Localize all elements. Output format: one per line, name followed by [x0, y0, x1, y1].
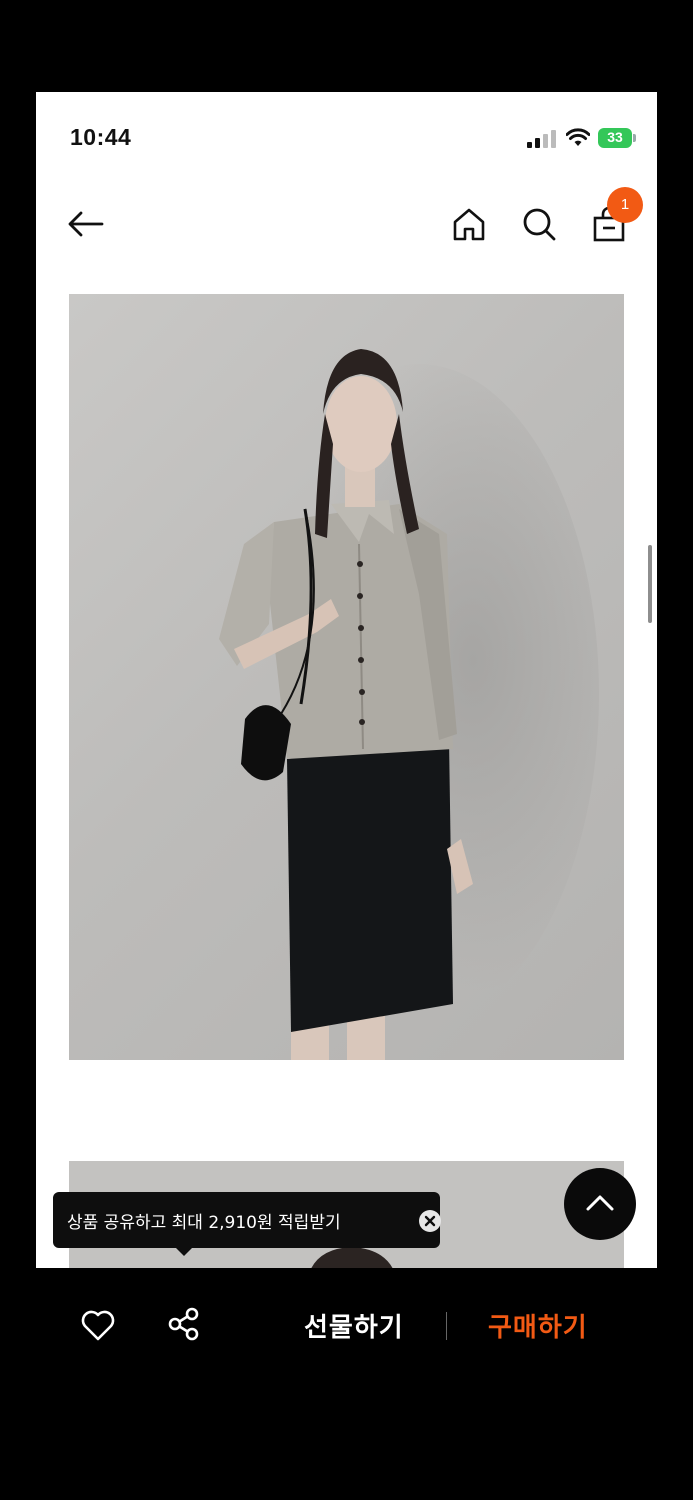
battery-icon: 33 — [598, 128, 638, 148]
app-screen: 10:44 33 1 상품 공유하고 최대 2,910원 적립받기 — [36, 92, 657, 1268]
buy-button[interactable]: 구매하기 — [488, 1307, 588, 1344]
arrow-left-icon[interactable] — [66, 204, 106, 244]
bottom-action-bar: 선물하기 구매하기 — [36, 1270, 657, 1380]
cart-count-badge: 1 — [607, 187, 643, 223]
toast-pointer — [175, 1247, 193, 1256]
search-icon[interactable] — [519, 204, 559, 244]
heart-outline-icon[interactable] — [80, 1308, 116, 1342]
battery-percent: 33 — [607, 129, 623, 145]
share-icon[interactable] — [166, 1306, 202, 1342]
product-image[interactable] — [69, 294, 624, 1060]
divider — [446, 1312, 447, 1340]
wifi-icon — [566, 128, 590, 146]
chevron-up-icon — [586, 1195, 614, 1211]
top-navigation — [36, 182, 657, 272]
close-circle-icon[interactable] — [419, 1210, 441, 1232]
share-reward-toast[interactable]: 상품 공유하고 최대 2,910원 적립받기 — [53, 1192, 441, 1248]
status-time: 10:44 — [70, 124, 132, 150]
scroll-to-top-button[interactable] — [564, 1168, 636, 1240]
scrollbar[interactable] — [648, 545, 652, 623]
share-toast-message: 상품 공유하고 최대 2,910원 적립받기 — [67, 1213, 341, 1233]
home-icon[interactable] — [449, 204, 489, 244]
product-photo-illustration — [219, 349, 599, 1060]
cellular-signal-icon — [527, 130, 556, 148]
status-bar: 10:44 33 — [36, 92, 657, 182]
gift-button[interactable]: 선물하기 — [304, 1307, 404, 1344]
